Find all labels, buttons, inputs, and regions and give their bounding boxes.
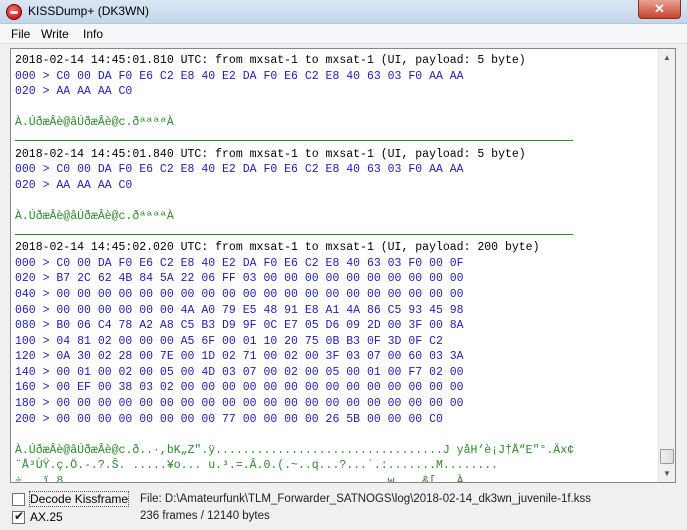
menu-info[interactable]: Info [83, 27, 103, 41]
frame-header-line: 2018-02-14 14:45:01.840 UTC: from mxsat-… [15, 147, 526, 161]
menu-write[interactable]: Write [41, 27, 69, 41]
close-button[interactable]: ✕ [638, 0, 681, 19]
app-icon [6, 4, 22, 20]
hex-dump-line: 140 > 00 01 00 02 00 05 00 4D 03 07 00 0… [15, 365, 464, 379]
bottom-bar: Decode Kissframe AX.25 File: D:\Amateurf… [0, 488, 687, 530]
menu-file[interactable]: File [11, 27, 30, 41]
hex-dump-line: 200 > 00 00 00 00 00 00 00 00 77 00 00 0… [15, 412, 443, 426]
decode-kissframe-checkbox[interactable] [12, 493, 25, 506]
frame-separator [15, 131, 655, 147]
ax25-checkbox[interactable] [12, 509, 25, 524]
hex-dump-line: 040 > 00 00 00 00 00 00 00 00 00 00 00 0… [15, 287, 464, 301]
file-path-text: File: D:\Amateurfunk\TLM_Forwarder_SATNO… [140, 493, 592, 505]
hex-dump-line: 160 > 00 EF 00 38 03 02 00 00 00 00 00 0… [15, 381, 464, 395]
ascii-dump-line: ÷...ï.8.................................… [15, 475, 464, 483]
hex-dump-line: 000 > C0 00 DA F0 E6 C2 E8 40 E2 DA F0 E… [15, 163, 464, 177]
decode-kissframe-label[interactable]: Decode Kissframe [28, 491, 130, 507]
scrollbar-thumb[interactable] [660, 449, 674, 464]
ascii-dump-line: ¨Å³ÙŸ.ç.Ö.-.?.Š. .....¥o... u.³.=.Â.0.(.… [15, 459, 499, 473]
hex-dump-line: 060 > 00 00 00 00 00 00 4A A0 79 E5 48 9… [15, 303, 464, 317]
ax25-label[interactable]: AX.25 [30, 510, 63, 524]
hex-dump-line: 020 > AA AA AA C0 [15, 178, 133, 192]
scroll-down-icon[interactable]: ▼ [659, 465, 675, 482]
hex-dump-line: 100 > 04 81 02 00 00 00 A5 6F 00 01 10 2… [15, 334, 443, 348]
hex-dump-line: 180 > 00 00 00 00 00 00 00 00 00 00 00 0… [15, 397, 464, 411]
ascii-dump-line: À.ÚðæÂè@âÚðæÂè@c.ðªªªªÀ [15, 116, 174, 130]
menu-bar: File Write Info [0, 24, 687, 44]
scroll-up-icon[interactable]: ▲ [659, 49, 675, 66]
hex-dump-line: 000 > C0 00 DA F0 E6 C2 E8 40 E2 DA F0 E… [15, 69, 464, 83]
hex-dump-line: 120 > 0A 30 02 28 00 7E 00 1D 02 71 00 0… [15, 350, 464, 364]
hex-dump-line: 020 > AA AA AA C0 [15, 85, 133, 99]
ascii-dump-line: À.ÚðæÂè@âÚðæÂè@c.ðªªªªÀ [15, 209, 174, 223]
log-content: 2018-02-14 14:45:01.810 UTC: from mxsat-… [15, 53, 655, 483]
frame-header-line: 2018-02-14 14:45:02.020 UTC: from mxsat-… [15, 241, 540, 255]
hex-dump-line: 000 > C0 00 DA F0 E6 C2 E8 40 E2 DA F0 E… [15, 256, 464, 270]
log-panel[interactable]: 2018-02-14 14:45:01.810 UTC: from mxsat-… [10, 48, 676, 483]
ascii-dump-line: À.ÚðæÂè@âÚðæÂè@c.ð..·,bK„Z".ÿ...........… [15, 443, 574, 457]
window-title: KISSDump+ (DK3WN) [28, 4, 150, 18]
hex-dump-line: 020 > B7 2C 62 4B 84 5A 22 06 FF 03 00 0… [15, 272, 464, 286]
vertical-scrollbar[interactable]: ▲ ▼ [658, 49, 675, 482]
frame-header-line: 2018-02-14 14:45:01.810 UTC: from mxsat-… [15, 54, 526, 67]
title-bar: KISSDump+ (DK3WN) ✕ [0, 0, 687, 24]
frame-count-text: 236 frames / 12140 bytes [140, 510, 270, 522]
frame-separator [15, 225, 655, 241]
hex-dump-line: 080 > B0 06 C4 78 A2 A8 C5 B3 D9 9F 0C E… [15, 319, 464, 333]
